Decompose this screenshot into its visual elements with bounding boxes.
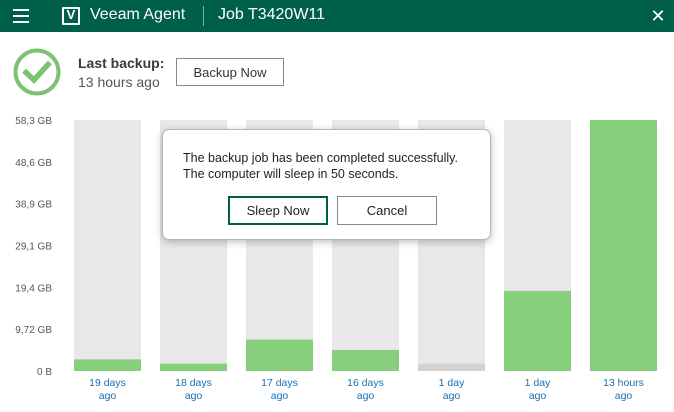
dialog-message-line: The computer will sleep in 50 seconds. xyxy=(183,167,399,181)
x-tick-label: ago xyxy=(443,390,461,402)
x-tick-label: ago xyxy=(185,390,203,402)
logo-letter: V xyxy=(66,7,76,22)
y-tick-label: 0 B xyxy=(37,367,52,378)
x-tick-label: 16 days xyxy=(347,377,384,389)
x-tick-label: 19 days xyxy=(89,377,126,389)
y-tick-label: 29,1 GB xyxy=(15,242,52,253)
bar-column-background xyxy=(74,120,141,371)
last-backup-time: 13 hours ago xyxy=(78,74,160,90)
y-tick-label: 9,72 GB xyxy=(15,325,52,336)
x-tick-label: 13 hours xyxy=(603,377,644,389)
title-bar: V Veeam Agent Job T3420W11 ✕ xyxy=(0,0,674,32)
bar xyxy=(590,120,657,371)
bar xyxy=(504,290,571,371)
x-tick-label: ago xyxy=(529,390,547,402)
app-title: Veeam Agent xyxy=(90,6,186,23)
x-tick-label: 17 days xyxy=(261,377,298,389)
y-tick-label: 19,4 GB xyxy=(15,283,52,294)
y-tick-label: 58,3 GB xyxy=(15,116,52,127)
hamburger-menu-icon[interactable] xyxy=(10,6,34,26)
dialog-message-line: The backup job has been completed succes… xyxy=(183,151,458,165)
bar xyxy=(74,359,141,371)
x-tick-label: ago xyxy=(615,390,633,402)
x-tick-label: ago xyxy=(271,390,289,402)
bar xyxy=(246,339,313,371)
close-icon[interactable]: ✕ xyxy=(648,6,668,26)
dialog-message: The backup job has been completed succes… xyxy=(183,150,483,182)
bar xyxy=(160,363,227,371)
veeam-logo-icon: V xyxy=(62,7,80,25)
x-tick-label: ago xyxy=(357,390,375,402)
checkmark-success-icon xyxy=(13,48,61,96)
x-tick-label: 1 day xyxy=(439,377,465,389)
backup-now-button[interactable]: Backup Now xyxy=(176,58,284,86)
title-separator xyxy=(203,6,204,26)
sleep-now-button[interactable]: Sleep Now xyxy=(228,196,328,225)
cancel-button[interactable]: Cancel xyxy=(337,196,437,225)
backup-complete-dialog: The backup job has been completed succes… xyxy=(162,129,491,240)
last-backup-label: Last backup: xyxy=(78,55,165,71)
x-tick-label: 18 days xyxy=(175,377,212,389)
bar xyxy=(418,363,485,371)
bar xyxy=(332,349,399,371)
job-title: Job T3420W11 xyxy=(218,6,326,23)
x-tick-label: ago xyxy=(99,390,117,402)
y-tick-label: 38,9 GB xyxy=(15,200,52,211)
y-tick-label: 48,6 GB xyxy=(15,158,52,169)
x-tick-label: 1 day xyxy=(525,377,551,389)
